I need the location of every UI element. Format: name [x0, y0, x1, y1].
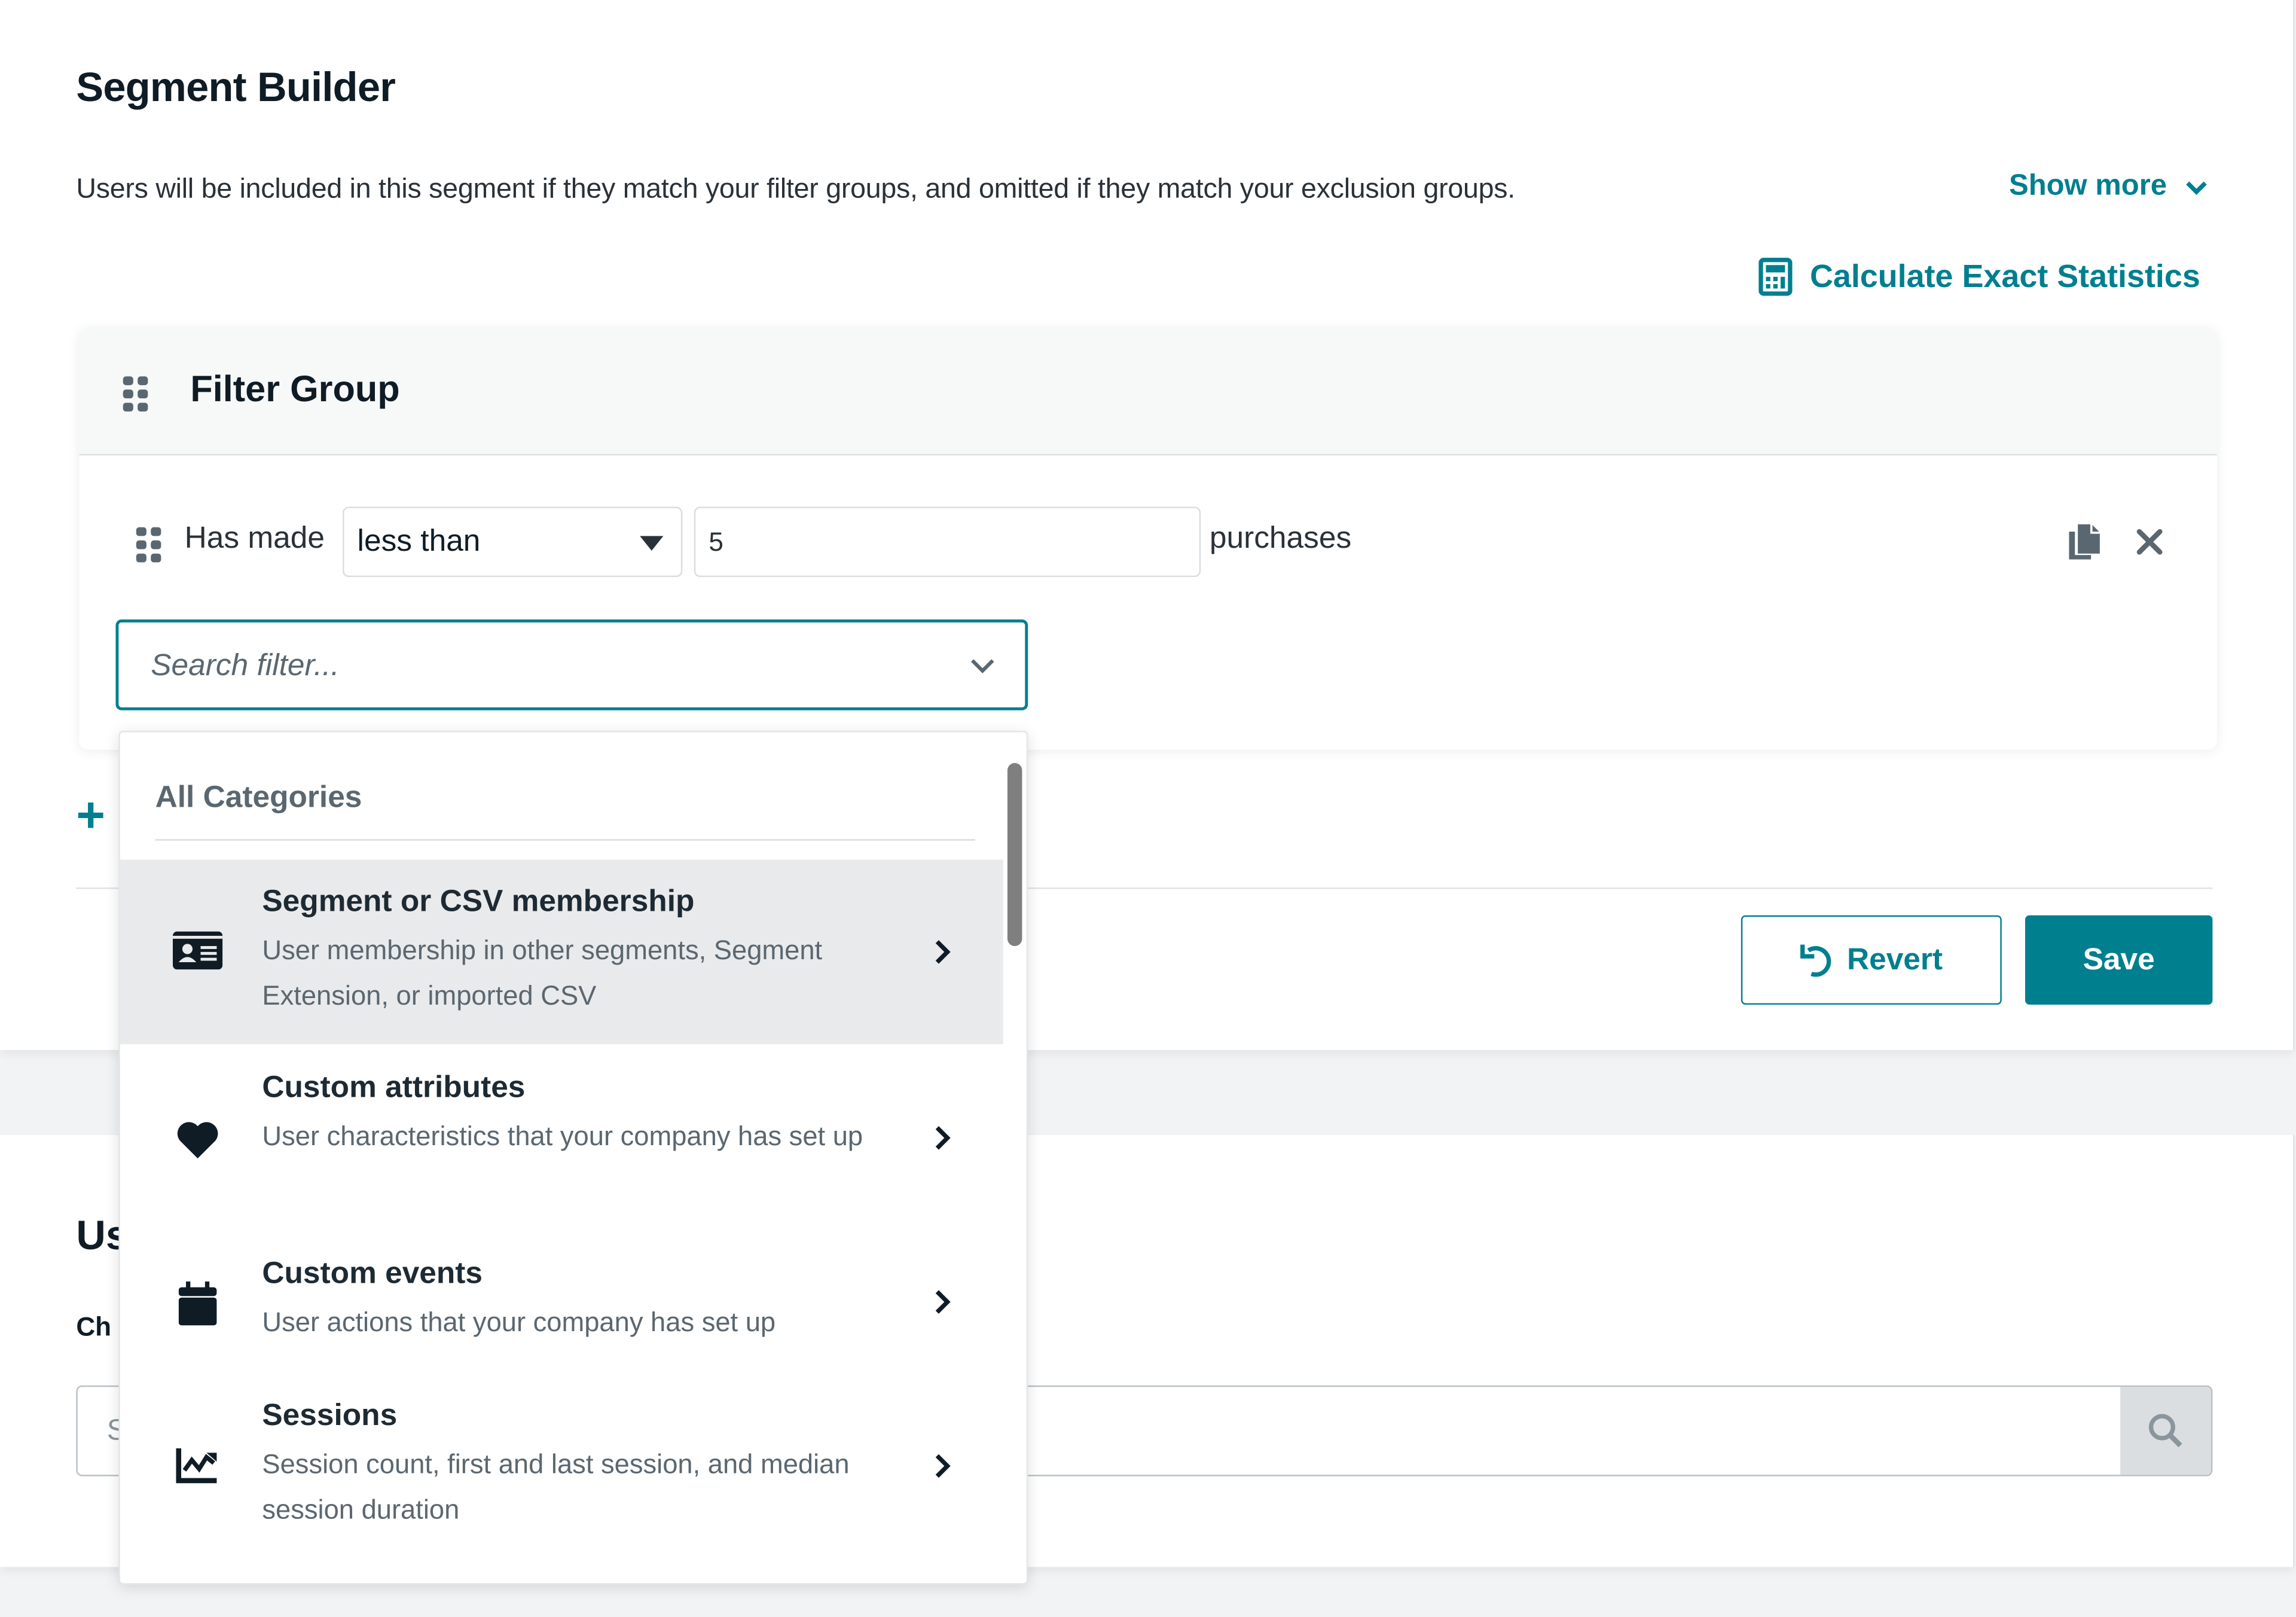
category-item-custom-events[interactable]: Custom events User actions that your com… — [120, 1232, 1003, 1372]
category-description: User actions that your company has set u… — [262, 1306, 776, 1337]
operator-value: less than — [357, 524, 481, 559]
search-icon — [2148, 1414, 2182, 1448]
filter-prefix: Has made — [184, 521, 325, 556]
undo-icon — [1800, 944, 1832, 977]
id-card-icon — [172, 931, 223, 970]
show-more-label: Show more — [2009, 170, 2167, 202]
save-button[interactable]: Save — [2025, 915, 2213, 1005]
caret-down-icon — [640, 536, 664, 551]
operator-select[interactable]: less than — [343, 507, 683, 577]
revert-button[interactable]: Revert — [1741, 915, 2002, 1005]
filter-group-title: Filter Group — [190, 369, 400, 410]
filter-suffix: purchases — [1209, 521, 1352, 556]
chevron-right-icon — [935, 1290, 951, 1314]
category-name: Custom attributes — [262, 1070, 526, 1105]
chart-line-icon — [173, 1447, 222, 1485]
category-description: User membership in other segments, Segme… — [262, 934, 823, 1011]
search-button[interactable] — [2120, 1387, 2211, 1475]
calculate-label: Calculate Exact Statistics — [1809, 258, 2200, 295]
chevron-right-icon — [935, 940, 951, 964]
page-title: Segment Builder — [76, 64, 396, 110]
revert-label: Revert — [1846, 942, 1943, 977]
category-name: Sessions — [262, 1398, 398, 1433]
chevron-right-icon — [935, 1454, 951, 1478]
dropdown-heading: All Categories — [155, 780, 362, 814]
chevron-down-icon — [970, 659, 994, 673]
page: Segment Builder Users will be included i… — [0, 0, 2296, 1617]
category-name: Segment or CSV membership — [262, 884, 695, 919]
chevron-down-icon — [2185, 181, 2207, 194]
copy-icon[interactable] — [2068, 523, 2101, 561]
dropdown-divider — [155, 839, 976, 841]
chevron-right-icon — [935, 1126, 951, 1150]
category-item-segment-membership[interactable]: Segment or CSV membership User membershi… — [120, 859, 1003, 1045]
calculate-statistics-button[interactable]: Calculate Exact Statistics — [1758, 258, 2200, 296]
section-label: Ch — [76, 1312, 112, 1342]
filter-group-header: Filter Group — [79, 328, 2217, 456]
calendar-icon — [173, 1281, 222, 1326]
category-item-custom-attributes[interactable]: Custom attributes User characteristics t… — [120, 1046, 1003, 1231]
search-filter-placeholder: Search filter... — [151, 648, 340, 683]
filter-category-dropdown: All Categories Segment or CSV membership… — [118, 731, 1028, 1585]
add-filter-group-icon[interactable]: + — [76, 791, 105, 840]
dropdown-scrollbar[interactable] — [1007, 762, 1022, 947]
heart-icon — [173, 1119, 222, 1160]
value-input[interactable]: 5 — [694, 507, 1201, 577]
category-item-sessions[interactable]: Sessions Session count, first and last s… — [120, 1374, 1003, 1558]
drag-handle-icon[interactable] — [123, 376, 148, 412]
category-description: Session count, first and last session, a… — [262, 1448, 850, 1525]
category-name: Custom events — [262, 1256, 483, 1290]
category-description: User characteristics that your company h… — [262, 1120, 863, 1151]
show-more-button[interactable]: Show more — [2009, 170, 2208, 203]
remove-filter-icon[interactable] — [2136, 529, 2163, 555]
filter-drag-handle-icon[interactable] — [136, 527, 161, 563]
calculator-icon — [1758, 258, 1793, 296]
search-filter-input[interactable]: Search filter... — [115, 619, 1028, 710]
page-description: Users will be included in this segment i… — [76, 174, 1515, 205]
